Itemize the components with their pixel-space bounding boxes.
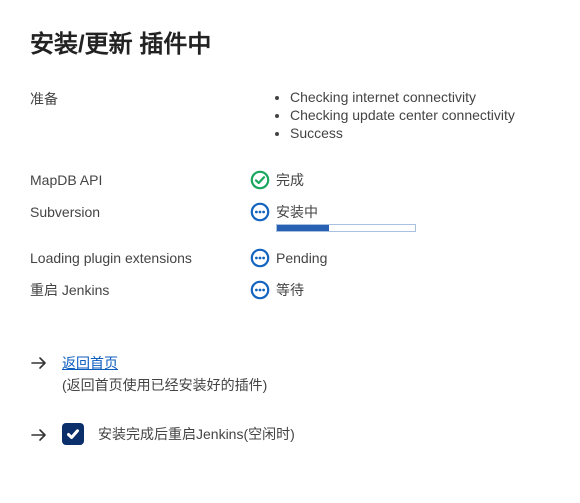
check-circle-icon: [250, 170, 270, 190]
task-row: Loading plugin extensions Pending: [30, 243, 550, 273]
preparation-row: 准备 Checking internet connectivity Checki…: [30, 89, 550, 143]
restart-checkbox[interactable]: [62, 423, 84, 445]
page-title: 安装/更新 插件中: [30, 24, 550, 59]
task-name: Subversion: [30, 204, 250, 220]
task-status-text: 等待: [276, 280, 304, 300]
restart-row: 安装完成后重启Jenkins(空闲时): [30, 423, 550, 445]
footer: 返回首页 (返回首页使用已经安装好的插件) 安装完成后重启Jenkins(空闲时…: [30, 353, 550, 445]
arrow-right-icon: [30, 426, 48, 444]
progress-bar-fill: [277, 225, 329, 231]
restart-checkbox-label: 安装完成后重启Jenkins(空闲时): [98, 423, 295, 445]
pending-circle-icon: [250, 248, 270, 268]
preparation-item: Success: [290, 125, 515, 141]
preparation-item: Checking internet connectivity: [290, 89, 515, 105]
preparation-label: 准备: [30, 89, 250, 109]
task-name: 重启 Jenkins: [30, 280, 250, 300]
task-row: Subversion 安装中: [30, 197, 550, 227]
task-status-text: 完成: [276, 170, 304, 190]
preparation-item: Checking update center connectivity: [290, 107, 515, 123]
back-home-hint: (返回首页使用已经安装好的插件): [62, 375, 267, 395]
back-home-link[interactable]: 返回首页: [62, 353, 267, 373]
task-status-text: Pending: [276, 250, 327, 266]
task-name: Loading plugin extensions: [30, 250, 250, 266]
loading-circle-icon: [250, 202, 270, 222]
task-row: 重启 Jenkins 等待: [30, 275, 550, 305]
task-name: MapDB API: [30, 172, 250, 188]
preparation-list: Checking internet connectivity Checking …: [250, 89, 515, 143]
back-row: 返回首页 (返回首页使用已经安装好的插件): [30, 353, 550, 395]
progress-bar: [276, 224, 416, 232]
task-row: MapDB API 完成: [30, 165, 550, 195]
arrow-right-icon: [30, 354, 48, 372]
task-status-text: 安装中: [276, 202, 318, 222]
pending-circle-icon: [250, 280, 270, 300]
